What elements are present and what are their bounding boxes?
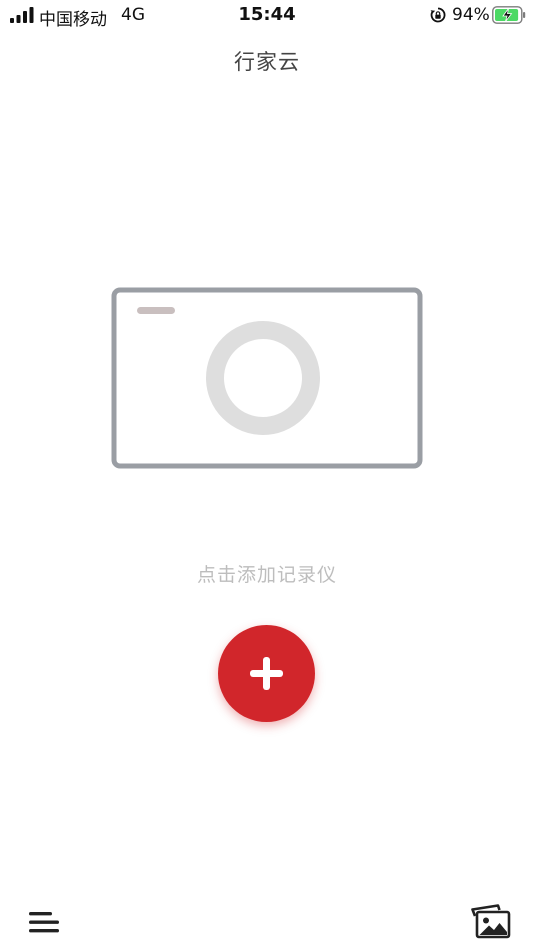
menu-icon[interactable] [26, 906, 62, 938]
recorder-device-icon [111, 287, 423, 469]
plus-icon [250, 657, 283, 690]
battery-charging-icon [492, 6, 526, 24]
rotation-lock-icon [430, 7, 446, 23]
page-title: 行家云 [234, 50, 300, 74]
add-recorder-button[interactable] [218, 625, 315, 722]
battery-percent: 94% [452, 5, 490, 25]
gallery-icon[interactable] [470, 904, 512, 940]
empty-hint: 点击添加记录仪 [196, 564, 337, 586]
status-bar: 中国移动 4G 15:44 94% [0, 0, 534, 32]
